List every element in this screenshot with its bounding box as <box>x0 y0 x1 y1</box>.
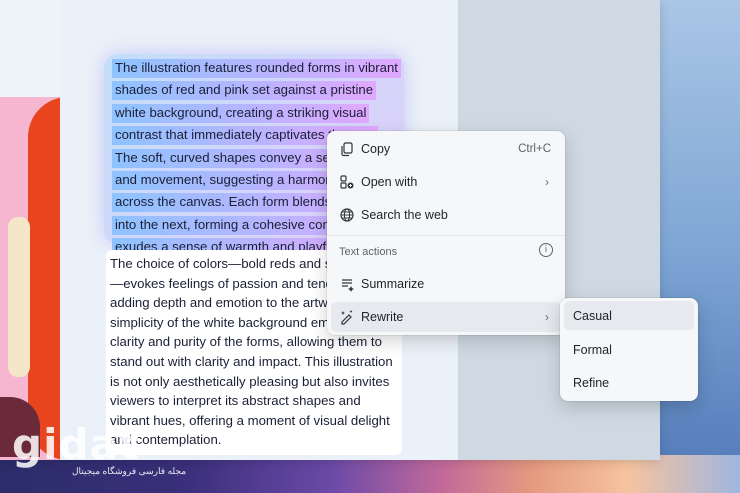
menu-item-label: Copy <box>361 142 391 156</box>
desktop-wallpaper-right <box>650 0 740 493</box>
shortcut-text: Ctrl+C <box>518 143 551 155</box>
menu-item-label: Open with <box>361 175 418 189</box>
open-with-icon <box>339 174 355 190</box>
paragraph-line: stand out with clarity and impact. This … <box>110 353 393 369</box>
paragraph-line: viewers to interpret its abstract shapes… <box>110 393 361 409</box>
menu-item-copy[interactable]: Copy Ctrl+C <box>331 134 561 164</box>
context-menu: Copy Ctrl+C Open with › Search the web T… <box>327 131 565 335</box>
globe-icon <box>339 207 355 223</box>
submenu-item-formal[interactable]: Formal <box>564 335 694 364</box>
submenu-item-label: Formal <box>573 343 612 357</box>
paragraph-line: is not only aesthetically pleasing but a… <box>110 373 390 389</box>
rewrite-submenu: Casual Formal Refine <box>560 298 698 401</box>
menu-item-label: Search the web <box>361 208 448 222</box>
submenu-item-label: Refine <box>573 376 610 390</box>
watermark: gidat .ir مجله فارسی فروشگاه میجیتال <box>12 420 202 482</box>
submenu-item-label: Casual <box>573 309 612 323</box>
rewrite-icon <box>339 309 355 325</box>
paragraph-line: clarity and purity of the forms, allowin… <box>110 334 382 350</box>
menu-item-label: Rewrite <box>361 310 404 324</box>
selected-line[interactable]: shades of red and pink set against a pri… <box>112 81 377 101</box>
submenu-item-casual[interactable]: Casual <box>564 301 694 330</box>
menu-item-label: Summarize <box>361 277 425 291</box>
watermark-domain: .ir <box>152 440 163 455</box>
menu-item-open-with[interactable]: Open with › <box>331 167 561 197</box>
chevron-right-icon: › <box>545 175 549 189</box>
watermark-logo: gidat <box>12 420 140 469</box>
chevron-right-icon: › <box>545 310 549 324</box>
info-icon[interactable]: i <box>539 243 553 257</box>
selected-line[interactable]: white background, creating a striking vi… <box>112 103 370 123</box>
watermark-tagline: مجله فارسی فروشگاه میجیتال <box>72 466 187 476</box>
selected-line[interactable]: The illustration features rounded forms … <box>112 59 401 78</box>
text-actions-label: Text actions <box>339 246 398 258</box>
illustration-thumbnail <box>0 97 60 460</box>
submenu-item-refine[interactable]: Refine <box>564 368 694 397</box>
summarize-icon <box>339 276 355 292</box>
menu-item-search-web[interactable]: Search the web <box>331 200 561 230</box>
menu-divider <box>327 235 565 236</box>
copy-icon <box>339 141 355 157</box>
menu-item-summarize[interactable]: Summarize <box>331 269 561 299</box>
menu-item-rewrite[interactable]: Rewrite › <box>331 302 561 332</box>
